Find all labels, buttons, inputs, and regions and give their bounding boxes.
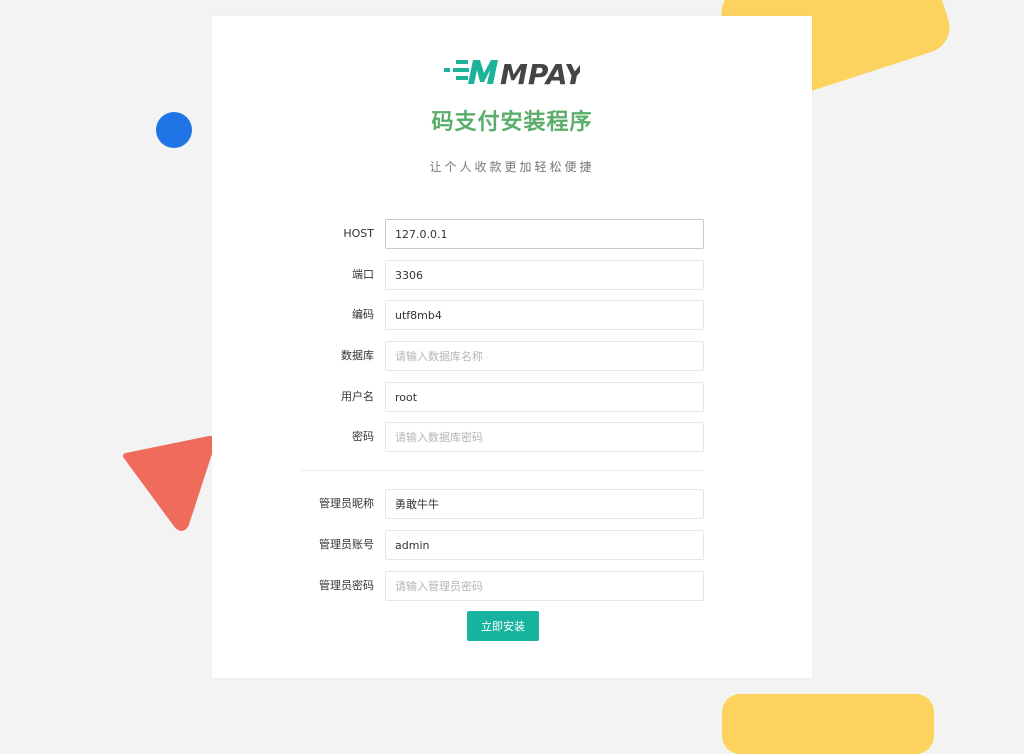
section-divider [300,470,704,471]
admin-account-input[interactable] [385,530,704,560]
db-user-label: 用户名 [341,390,374,403]
mpay-logo: MPAY [444,58,580,88]
form-row-port: 端口 [212,260,812,290]
page-title: 码支付安装程序 [431,110,593,135]
admin-nickname-label: 管理员昵称 [319,497,374,510]
form-row-charset: 编码 [212,300,812,330]
charset-input[interactable] [385,300,704,330]
form-row-database: 数据库 [212,341,812,371]
database-label: 数据库 [341,349,374,362]
admin-password-input[interactable] [385,571,704,601]
port-label: 端口 [352,268,374,281]
form-row-admin-nickname: 管理员昵称 [212,489,812,519]
decor-red-triangle [123,436,217,531]
logo-text: MPAY [500,58,580,88]
page-subtitle: 让个人收款更加轻松便捷 [429,160,595,174]
db-password-label: 密码 [352,430,374,443]
decor-blue-circle [156,112,192,148]
form-row-admin-account: 管理员账号 [212,530,812,560]
admin-nickname-input[interactable] [385,489,704,519]
decor-yellow-shape-bottom [722,694,934,754]
database-input[interactable] [385,341,704,371]
form-row-db-user: 用户名 [212,382,812,412]
install-button[interactable]: 立即安装 [467,611,539,641]
admin-password-label: 管理员密码 [319,579,374,592]
install-card: MPAY 码支付安装程序 让个人收款更加轻松便捷 HOST 端口 编码 数据库 … [212,16,812,678]
port-input[interactable] [385,260,704,290]
form-row-db-password: 密码 [212,422,812,452]
admin-account-label: 管理员账号 [319,538,374,551]
host-input[interactable] [385,219,704,249]
db-user-input[interactable] [385,382,704,412]
charset-label: 编码 [352,308,374,321]
form-row-admin-password: 管理员密码 [212,571,812,601]
db-password-input[interactable] [385,422,704,452]
form-row-host: HOST [212,219,812,249]
host-label: HOST [343,227,374,240]
